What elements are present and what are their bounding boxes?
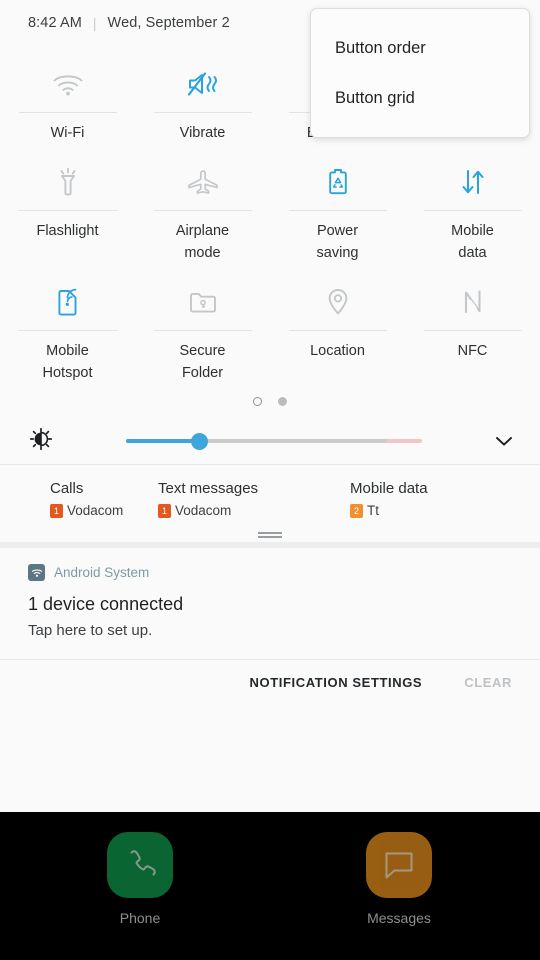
- quick-toggle-mobile-hotspot[interactable]: Mobile Hotspot: [0, 264, 135, 384]
- flashlight-icon: [54, 160, 82, 204]
- brightness-icon: [29, 427, 53, 455]
- slider-thumb[interactable]: [191, 433, 208, 450]
- quick-toggle-vibrate[interactable]: Vibrate: [135, 54, 270, 144]
- quick-toggle-flashlight[interactable]: Flashlight: [0, 144, 135, 264]
- menu-item-button-grid[interactable]: Button grid: [311, 73, 529, 123]
- quick-toggle-wifi[interactable]: Wi-Fi: [0, 54, 135, 144]
- quick-toggle-label: Power saving: [316, 223, 359, 261]
- quick-toggle-label: NFC: [457, 343, 488, 359]
- carrier-sub: 1 Vodacom: [50, 502, 158, 520]
- airplane-icon: [185, 160, 221, 204]
- carrier-sub: 1 Vodacom: [158, 502, 350, 520]
- carrier-sub: 2 Tt: [350, 502, 540, 520]
- quick-toggle-row: Flashlight Airplane mode Power saving Mo…: [0, 144, 540, 264]
- page-dot-2[interactable]: [278, 396, 287, 406]
- carrier-title: Mobile data: [350, 480, 428, 497]
- power-saving-icon: [324, 160, 352, 204]
- hotspot-icon: [53, 280, 83, 324]
- nfc-icon: [458, 280, 488, 324]
- notification-title: 1 device connected: [28, 594, 184, 614]
- clear-button[interactable]: CLEAR: [464, 675, 512, 690]
- quick-toggle-label: Wi-Fi: [50, 125, 85, 141]
- quick-toggle-location[interactable]: Location: [270, 264, 405, 384]
- mobile-data-icon: [457, 160, 489, 204]
- tile-divider: [153, 330, 252, 331]
- sim-badge-icon: 2: [350, 504, 363, 518]
- brightness-slider[interactable]: [74, 428, 476, 454]
- notification-body: Tap here to set up.: [28, 622, 153, 639]
- quick-toggle-row: Mobile Hotspot Secure Folder Location NF…: [0, 264, 540, 384]
- tile-divider: [423, 210, 522, 211]
- page-indicator: [0, 384, 540, 418]
- tile-divider: [18, 112, 117, 113]
- quick-toggle-label: Airplane mode: [175, 223, 230, 261]
- sim-badge-icon: 1: [50, 504, 63, 518]
- carrier-title: Text messages: [158, 480, 259, 497]
- wifi-icon: [51, 62, 85, 106]
- clock-time: 8:42 AM: [28, 15, 82, 31]
- panel-drag-handle[interactable]: [0, 524, 540, 542]
- overflow-popup-menu: Button order Button grid: [310, 8, 530, 138]
- tile-divider: [288, 330, 387, 331]
- header-date: Wed, September 2: [107, 15, 230, 31]
- quick-toggle-nfc[interactable]: NFC: [405, 264, 540, 384]
- slider-fill: [126, 439, 198, 443]
- carrier-text-messages[interactable]: Text messages 1 Vodacom: [158, 479, 350, 520]
- notification-app-row: Android System: [28, 564, 540, 581]
- notification-item[interactable]: Android System 1 device connected Tap he…: [0, 548, 540, 659]
- phone-icon: [107, 832, 173, 898]
- drag-handle-bar: [258, 532, 282, 534]
- quick-toggle-label: Mobile Hotspot: [42, 343, 93, 381]
- tile-divider: [153, 112, 252, 113]
- quick-toggle-power-saving[interactable]: Power saving: [270, 144, 405, 264]
- messages-icon: [366, 832, 432, 898]
- quick-toggle-mobile-data[interactable]: Mobile data: [405, 144, 540, 264]
- dock-app-messages[interactable]: Messages: [339, 832, 459, 926]
- chevron-down-icon[interactable]: [490, 434, 518, 448]
- header-separator: |: [92, 15, 97, 31]
- quick-toggle-airplane-mode[interactable]: Airplane mode: [135, 144, 270, 264]
- sim-badge-icon: 1: [158, 504, 171, 518]
- tile-divider: [153, 210, 252, 211]
- carrier-name: Tt: [367, 503, 379, 518]
- quick-toggle-label: Vibrate: [179, 125, 226, 141]
- tile-divider: [18, 210, 117, 211]
- carrier-name: Vodacom: [67, 503, 124, 518]
- quick-toggle-secure-folder[interactable]: Secure Folder: [135, 264, 270, 384]
- quick-toggle-label: Mobile data: [451, 223, 494, 261]
- carrier-mobile-data[interactable]: Mobile data 2 Tt: [350, 479, 540, 520]
- carrier-title: Calls: [50, 480, 84, 497]
- notification-settings-button[interactable]: NOTIFICATION SETTINGS: [250, 675, 423, 690]
- secure-folder-icon: [186, 280, 220, 324]
- slider-high-range: [386, 439, 422, 443]
- home-dock: Phone Messages: [0, 812, 540, 960]
- vibrate-icon: [185, 62, 221, 106]
- menu-item-button-order[interactable]: Button order: [311, 23, 529, 73]
- carrier-calls[interactable]: Calls 1 Vodacom: [0, 479, 158, 520]
- hotspot-app-icon: [28, 564, 45, 581]
- dock-app-phone[interactable]: Phone: [80, 832, 200, 926]
- dock-app-label: Phone: [119, 910, 161, 926]
- tile-divider: [423, 330, 522, 331]
- quick-toggle-label: Flashlight: [36, 223, 99, 239]
- dock-app-label: Messages: [367, 910, 431, 926]
- brightness-control: [0, 418, 540, 464]
- quick-toggle-label: Location: [310, 343, 365, 359]
- tile-divider: [18, 330, 117, 331]
- notification-footer: NOTIFICATION SETTINGS CLEAR: [0, 660, 540, 704]
- quick-toggle-label: Secure Folder: [179, 343, 226, 381]
- location-icon: [324, 280, 352, 324]
- carrier-name: Vodacom: [175, 503, 232, 518]
- notification-app-name: Android System: [54, 565, 150, 580]
- page-dot-1[interactable]: [253, 396, 262, 406]
- tile-divider: [288, 210, 387, 211]
- carrier-info-row: Calls 1 Vodacom Text messages 1 Vodacom …: [0, 465, 540, 524]
